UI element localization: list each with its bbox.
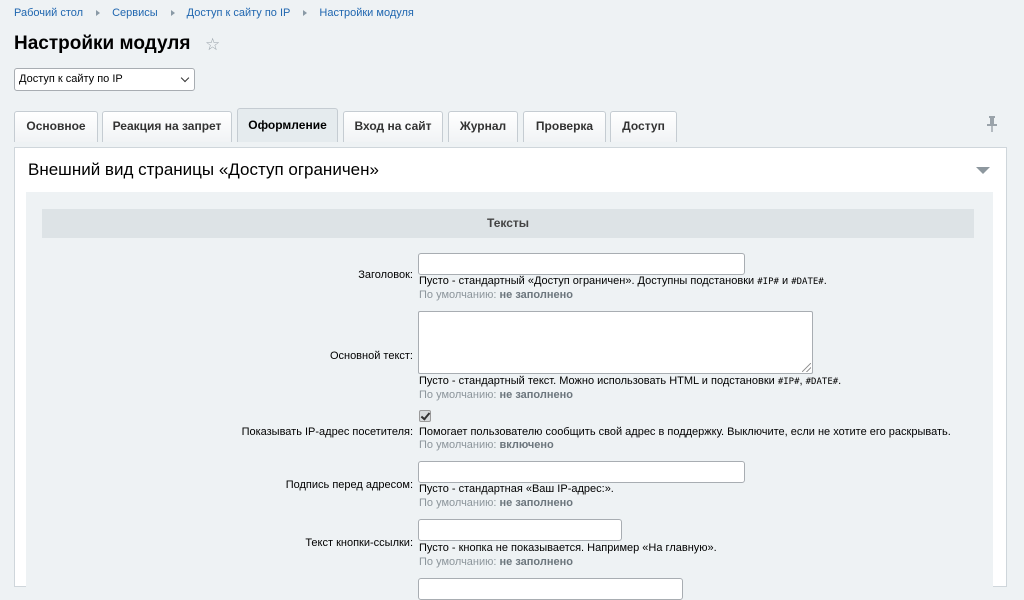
ip-caption-input[interactable] [418, 461, 745, 483]
show-ip-checkbox[interactable] [419, 410, 431, 422]
tab-appearance[interactable]: Оформление [237, 108, 338, 142]
section-body: Тексты Заголовок: Пусто - стандартный «Д… [26, 192, 993, 600]
page-title: Настройки модуля [14, 33, 191, 54]
link-button-label: Текст кнопки-ссылки: [305, 537, 413, 549]
tab-site-login[interactable]: Вход на сайт [343, 111, 443, 142]
star-icon[interactable]: ☆ [205, 35, 220, 55]
module-select-value: Доступ к сайту по IP [19, 73, 123, 85]
breadcrumb: Рабочий стол Сервисы Доступ к сайту по I… [14, 7, 414, 19]
ip-caption-label: Подпись перед адресом: [285, 479, 413, 491]
ip-caption-default: По умолчанию: не заполнено [419, 497, 573, 509]
tab-check[interactable]: Проверка [523, 111, 606, 142]
main-text-default: По умолчанию: не заполнено [419, 389, 573, 401]
heading-input[interactable] [418, 253, 745, 275]
next-field-input[interactable] [418, 578, 683, 600]
breadcrumb-services[interactable]: Сервисы [112, 7, 158, 19]
heading-label: Заголовок: [358, 269, 413, 281]
tab-access[interactable]: Доступ [610, 111, 677, 142]
triangle-down-icon[interactable] [976, 167, 990, 174]
link-button-hint: Пусто - кнопка не показывается. Например… [419, 542, 717, 554]
tab-main[interactable]: Основное [14, 111, 98, 142]
breadcrumb-module-settings[interactable]: Настройки модуля [319, 7, 413, 19]
breadcrumb-separator-icon [170, 10, 175, 16]
settings-panel: Внешний вид страницы «Доступ ограничен» … [14, 147, 1007, 600]
main-text-hint: Пусто - стандартный текст. Можно использ… [419, 375, 842, 387]
show-ip-default: По умолчанию: включено [419, 439, 554, 451]
breadcrumb-separator-icon [96, 10, 101, 16]
heading-default: По умолчанию: не заполнено [419, 289, 573, 301]
tab-journal[interactable]: Журнал [448, 111, 518, 142]
pin-icon[interactable] [987, 116, 997, 132]
checkmark-icon [420, 410, 431, 421]
group-header-texts: Тексты [42, 209, 974, 238]
show-ip-label: Показывать IP-адрес посетителя: [241, 426, 413, 438]
main-text-label: Основной текст: [329, 350, 413, 362]
link-button-default: По умолчанию: не заполнено [419, 556, 573, 568]
breadcrumb-separator-icon [303, 10, 308, 16]
module-select[interactable]: Доступ к сайту по IP [14, 68, 195, 91]
main-text-textarea[interactable] [418, 311, 813, 374]
ip-caption-hint: Пусто - стандартная «Ваш IP-адрес:». [419, 483, 614, 495]
show-ip-hint: Помогает пользователю сообщить свой адре… [419, 426, 951, 438]
section-title: Внешний вид страницы «Доступ ограничен» [28, 160, 379, 179]
tab-ban-reaction[interactable]: Реакция на запрет [102, 111, 232, 142]
breadcrumb-desktop[interactable]: Рабочий стол [14, 7, 83, 19]
resize-handle-icon[interactable] [802, 363, 811, 372]
breadcrumb-ip-access[interactable]: Доступ к сайту по IP [187, 7, 291, 19]
chevron-down-icon [180, 73, 190, 83]
heading-hint: Пусто - стандартный «Доступ ограничен». … [419, 275, 827, 287]
link-button-input[interactable] [418, 519, 622, 541]
